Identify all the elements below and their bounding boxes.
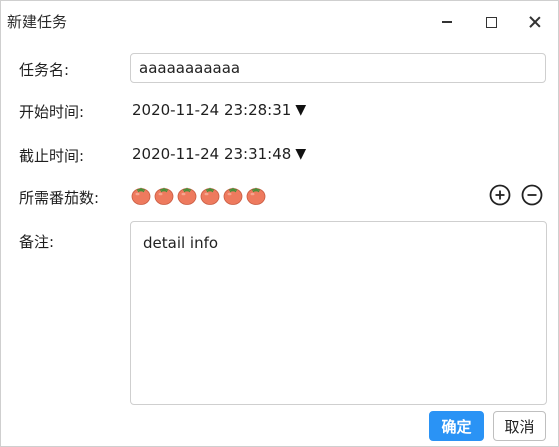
window-title: 新建任务 [7,13,68,31]
ok-button[interactable]: 确定 [429,411,484,441]
start-time-value: 2020-11-24 23:28:31 [132,101,292,119]
dropdown-caret-icon: ▼ [295,146,307,162]
minus-circle-icon [521,184,543,206]
notes-textarea[interactable]: detail info [130,221,547,405]
end-time-value: 2020-11-24 23:31:48 [132,145,292,163]
new-task-dialog: 新建任务 任务名: 开始时间: 2020-11-24 23:28:31 ▼ 截止… [0,0,559,447]
increase-tomato-button[interactable] [489,184,511,206]
title-bar: 新建任务 [1,1,558,41]
minimize-icon [442,21,452,23]
start-time-label: 开始时间: [19,103,85,121]
plus-circle-icon [489,184,511,206]
dropdown-caret-icon: ▼ [295,102,307,118]
task-name-label: 任务名: [19,61,70,79]
notes-label: 备注: [19,233,55,251]
tomato-icon [246,187,266,205]
tomato-icon [200,187,220,205]
tomato-icon [223,187,243,205]
maximize-button[interactable] [469,7,513,37]
start-time-picker[interactable]: 2020-11-24 23:28:31 ▼ [132,101,306,119]
tomato-icon [131,187,151,205]
maximize-icon [485,16,497,28]
decrease-tomato-button[interactable] [521,184,543,206]
tomato-count-display [130,184,267,206]
tomato-count-label: 所需番茄数: [19,189,100,207]
minimize-button[interactable] [425,7,469,37]
cancel-button[interactable]: 取消 [493,411,546,441]
tomato-icon [177,187,197,205]
end-time-label: 截止时间: [19,147,85,165]
end-time-picker[interactable]: 2020-11-24 23:31:48 ▼ [132,145,306,163]
close-icon [529,16,541,28]
close-button[interactable] [513,7,557,37]
tomato-icon [154,187,174,205]
task-name-input[interactable] [130,53,546,83]
